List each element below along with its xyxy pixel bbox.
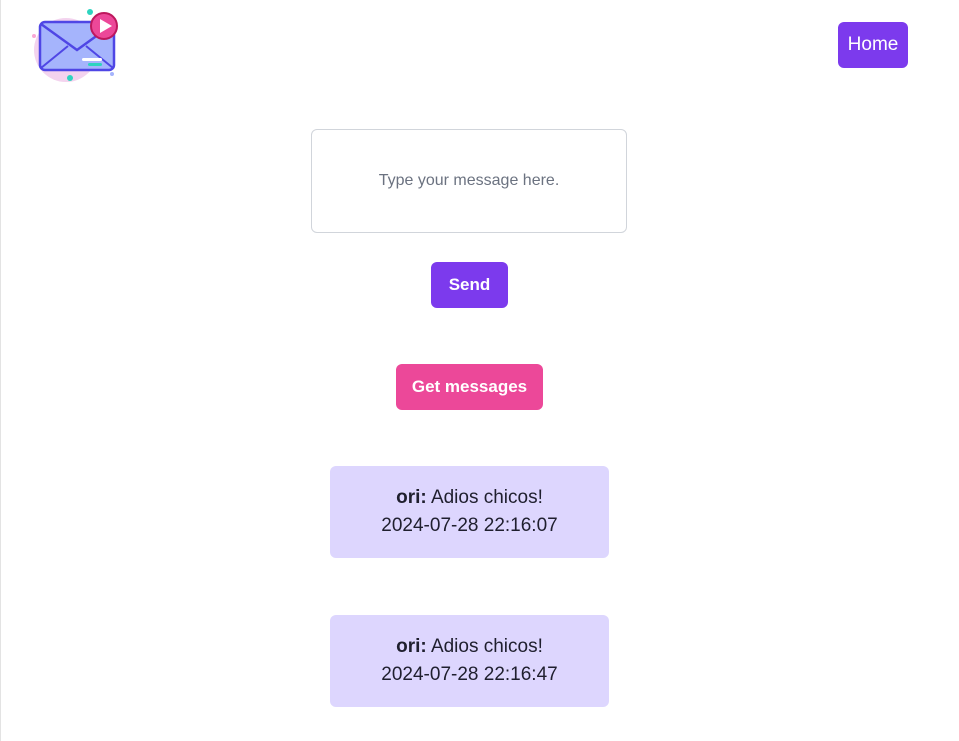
app-logo — [26, 6, 130, 86]
message-text: Adios chicos! — [430, 636, 543, 657]
message-line: ori: Adios chicos! — [396, 633, 543, 661]
message-line: ori: Adios chicos! — [396, 484, 543, 512]
envelope-play-icon — [32, 9, 118, 82]
send-button[interactable]: Send — [431, 262, 508, 308]
message-text: Adios chicos! — [430, 487, 543, 508]
get-messages-button[interactable]: Get messages — [396, 364, 543, 410]
message-author: ori: — [396, 636, 427, 657]
message-timestamp: 2024-07-28 22:16:07 — [381, 515, 558, 536]
message-card: ori: Adios chicos! 2024-07-28 22:16:07 — [330, 466, 609, 558]
home-button[interactable]: Home — [838, 22, 908, 68]
message-author: ori: — [396, 487, 427, 508]
message-timestamp: 2024-07-28 22:16:47 — [381, 664, 558, 685]
message-input[interactable] — [311, 129, 627, 233]
message-card: ori: Adios chicos! 2024-07-28 22:16:47 — [330, 615, 609, 707]
page-left-border — [0, 0, 1, 741]
